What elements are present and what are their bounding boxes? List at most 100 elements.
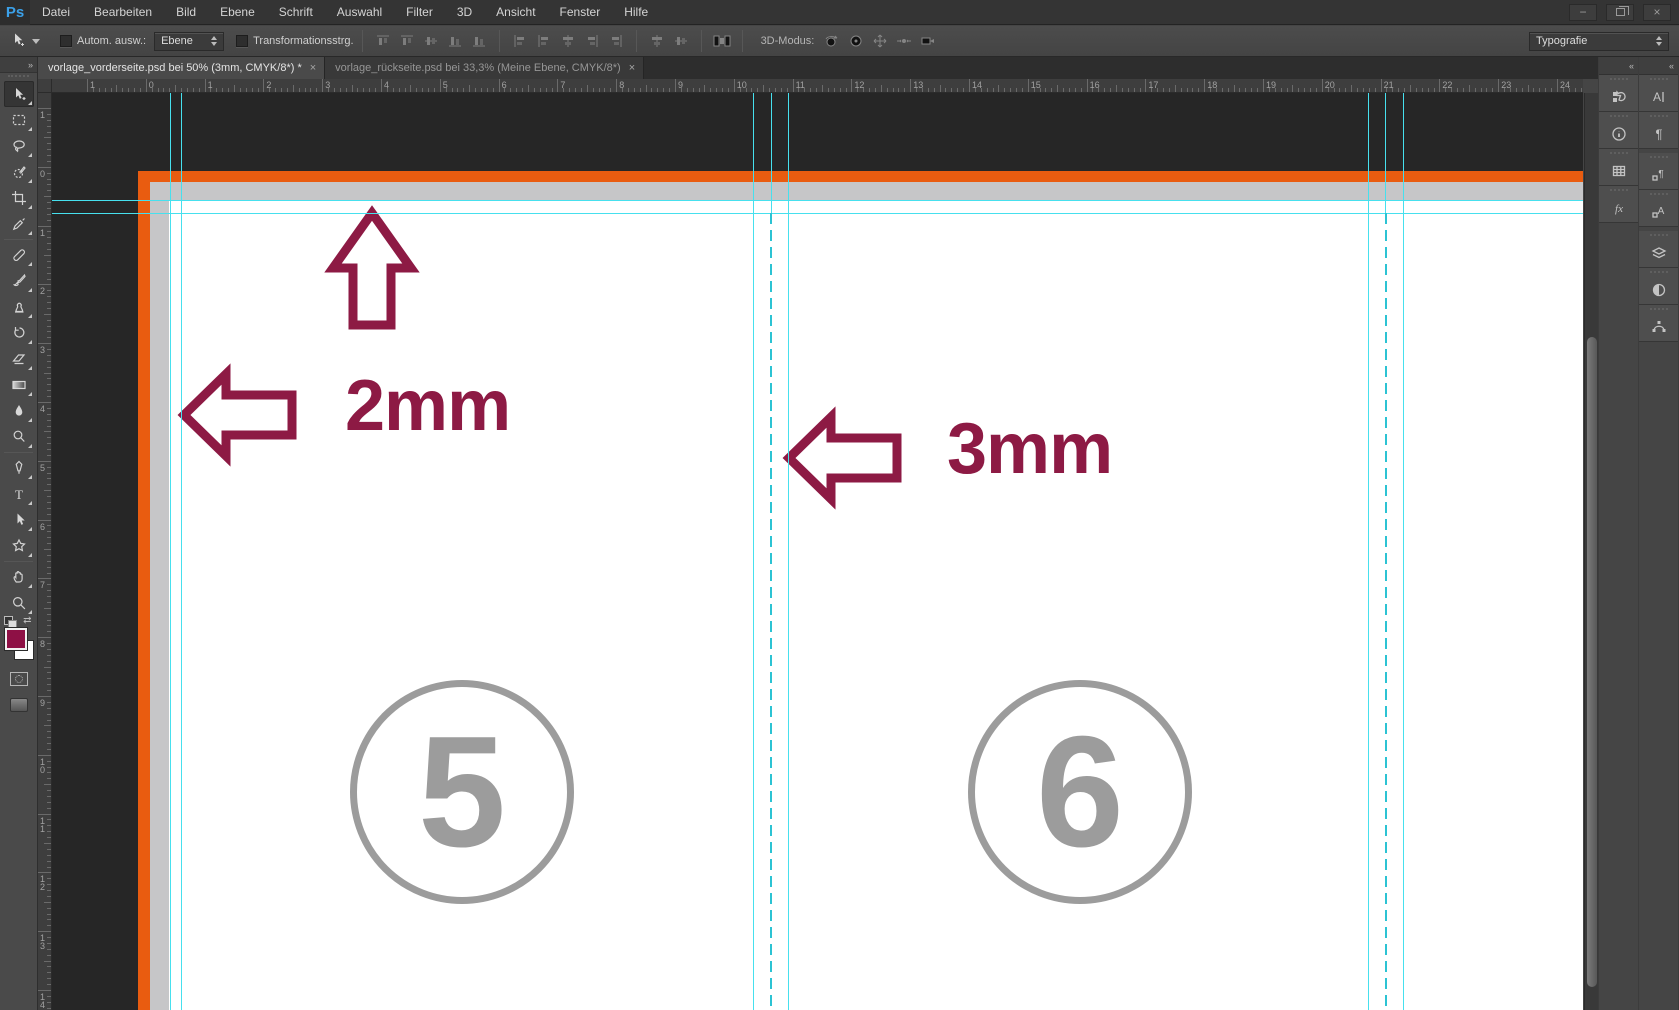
eraser-tool[interactable]: [4, 346, 34, 372]
paragraph-panel-button[interactable]: ¶: [1639, 112, 1678, 149]
menu-item-schrift[interactable]: Schrift: [267, 0, 325, 25]
3d-rotate-icon[interactable]: [821, 31, 843, 51]
distribute-left-icon[interactable]: [533, 31, 555, 51]
collapse-panels-icon[interactable]: «: [1629, 61, 1634, 71]
history-panel-button[interactable]: [1599, 75, 1638, 112]
document-tab-1[interactable]: vorlage_vorderseite.psd bei 50% (3mm, CM…: [38, 57, 326, 79]
layers-panel-button[interactable]: [1639, 231, 1678, 268]
vertical-guide: [787, 93, 789, 1010]
blur-tool[interactable]: [4, 398, 34, 424]
document-tab-2[interactable]: vorlage_rückseite.psd bei 33,3% (Meine E…: [325, 57, 645, 79]
crop-tool[interactable]: [4, 185, 34, 211]
menu-item-filter[interactable]: Filter: [394, 0, 445, 25]
quick-selection-tool[interactable]: [4, 159, 34, 185]
quick-mask-button[interactable]: [9, 672, 28, 686]
menu-item-datei[interactable]: Datei: [30, 0, 82, 25]
move-tool[interactable]: [3, 81, 34, 107]
rectangular-marquee-tool[interactable]: [4, 107, 34, 133]
auto-align-layers-icon[interactable]: [711, 31, 733, 51]
menu-item-ansicht[interactable]: Ansicht: [484, 0, 547, 25]
gradient-tool[interactable]: [4, 372, 34, 398]
show-transform-controls-checkbox[interactable]: [236, 35, 249, 47]
screen-mode-button[interactable]: [9, 698, 28, 712]
vertical-ruler[interactable]: 101234567891011121314: [38, 93, 52, 1010]
align-horizontal-centers-icon[interactable]: [557, 31, 579, 51]
page-number-circle-6: 6: [968, 680, 1192, 904]
default-colors-icon[interactable]: [3, 616, 17, 629]
pen-tool[interactable]: [4, 455, 34, 481]
collapse-panels-icon[interactable]: «: [1669, 61, 1674, 71]
zoom-tool[interactable]: [4, 590, 34, 616]
3d-roll-icon[interactable]: [845, 31, 867, 51]
svg-text:fx: fx: [1615, 203, 1623, 215]
brush-tool[interactable]: [4, 268, 34, 294]
swap-colors-icon[interactable]: ⇄: [23, 615, 31, 626]
spot-healing-brush-tool[interactable]: [4, 242, 34, 268]
menu-item-hilfe[interactable]: Hilfe: [612, 0, 660, 25]
align-right-edges-icon[interactable]: [581, 31, 603, 51]
flyout-indicator: [27, 262, 32, 266]
3d-scale-icon[interactable]: [917, 31, 939, 51]
svg-text:¶: ¶: [1655, 127, 1662, 142]
menu-item-auswahl[interactable]: Auswahl: [325, 0, 394, 25]
vertical-scrollbar[interactable]: [1584, 93, 1598, 1010]
custom-shape-tool[interactable]: [4, 533, 34, 559]
align-top-edges-icon[interactable]: [372, 31, 394, 51]
auto-select-type-dropdown[interactable]: Ebene: [154, 31, 225, 51]
eyedropper-tool[interactable]: [4, 211, 34, 237]
paragraph-styles-panel-button[interactable]: ¶: [1639, 153, 1678, 190]
distribute-right-icon[interactable]: [605, 31, 627, 51]
menu-item-3d[interactable]: 3D: [445, 0, 484, 25]
history-brush-tool[interactable]: [4, 320, 34, 346]
hand-tool[interactable]: [4, 564, 34, 590]
auto-select-checkbox[interactable]: [60, 35, 72, 47]
menu-item-bild[interactable]: Bild: [164, 0, 208, 25]
spinner-icon: [211, 36, 218, 46]
character-panel-button[interactable]: A: [1639, 75, 1678, 112]
distribute-bottom-icon[interactable]: [468, 31, 490, 51]
dodge-tool[interactable]: [4, 424, 34, 450]
scrollbar-thumb[interactable]: [1587, 337, 1597, 987]
character-styles-panel-icon: A: [1651, 198, 1667, 226]
lasso-tool[interactable]: [4, 133, 34, 159]
divider: [700, 30, 702, 52]
clone-stamp-tool[interactable]: [4, 294, 34, 320]
menu-item-bearbeiten[interactable]: Bearbeiten: [82, 0, 164, 25]
info-panel-button[interactable]: [1599, 112, 1638, 149]
close-tab-icon[interactable]: ×: [629, 62, 635, 74]
close-button[interactable]: ×: [1643, 3, 1671, 21]
distribute-top-icon[interactable]: [396, 31, 418, 51]
flyout-indicator: [27, 527, 32, 531]
restore-button[interactable]: [1606, 3, 1634, 21]
collapse-toolbar-icon[interactable]: »: [28, 60, 33, 70]
workspace-switcher[interactable]: Typografie: [1529, 31, 1669, 51]
menu-item-ebene[interactable]: Ebene: [208, 0, 267, 25]
horizontal-ruler[interactable]: 1 0 1 2 3 4 5 6 7 8 9 10 11 12 13 14 15 16 17 18 19 20 21 22 23 2…: [52, 79, 1583, 93]
distribute-h-spacing-icon[interactable]: [646, 31, 668, 51]
minimize-button[interactable]: −: [1569, 3, 1597, 21]
ruler-origin-box[interactable]: [38, 79, 52, 93]
drag-handle[interactable]: [8, 75, 29, 80]
align-left-edges-icon[interactable]: [509, 31, 531, 51]
menu-bar: Ps Datei Bearbeiten Bild Ebene Schrift Auswah…: [0, 0, 1679, 25]
paths-panel-button[interactable]: [1639, 305, 1678, 342]
close-tab-icon[interactable]: ×: [310, 62, 316, 74]
align-bottom-edges-icon[interactable]: [444, 31, 466, 51]
path-selection-tool[interactable]: [4, 507, 34, 533]
tool-preset-picker[interactable]: [0, 32, 48, 51]
distribute-v-spacing-icon[interactable]: [670, 31, 692, 51]
3d-slide-icon[interactable]: [893, 31, 915, 51]
menu-item-fenster[interactable]: Fenster: [548, 0, 613, 25]
align-vertical-centers-icon[interactable]: [420, 31, 442, 51]
foreground-color-swatch[interactable]: [4, 628, 27, 650]
swatches-panel-button[interactable]: [1599, 149, 1638, 186]
auto-select-label: Autom. ausw.:: [77, 35, 147, 47]
type-tool[interactable]: T: [4, 481, 34, 507]
3d-drag-icon[interactable]: [869, 31, 891, 51]
info-panel-icon: [1611, 120, 1627, 148]
paths-panel-icon: [1651, 313, 1667, 341]
adjustments-panel-button[interactable]: [1639, 268, 1678, 305]
document-canvas[interactable]: 5 6 2mm 3mm: [52, 93, 1583, 1010]
styles-panel-button[interactable]: fx: [1599, 186, 1638, 223]
character-styles-panel-button[interactable]: A: [1639, 190, 1678, 227]
